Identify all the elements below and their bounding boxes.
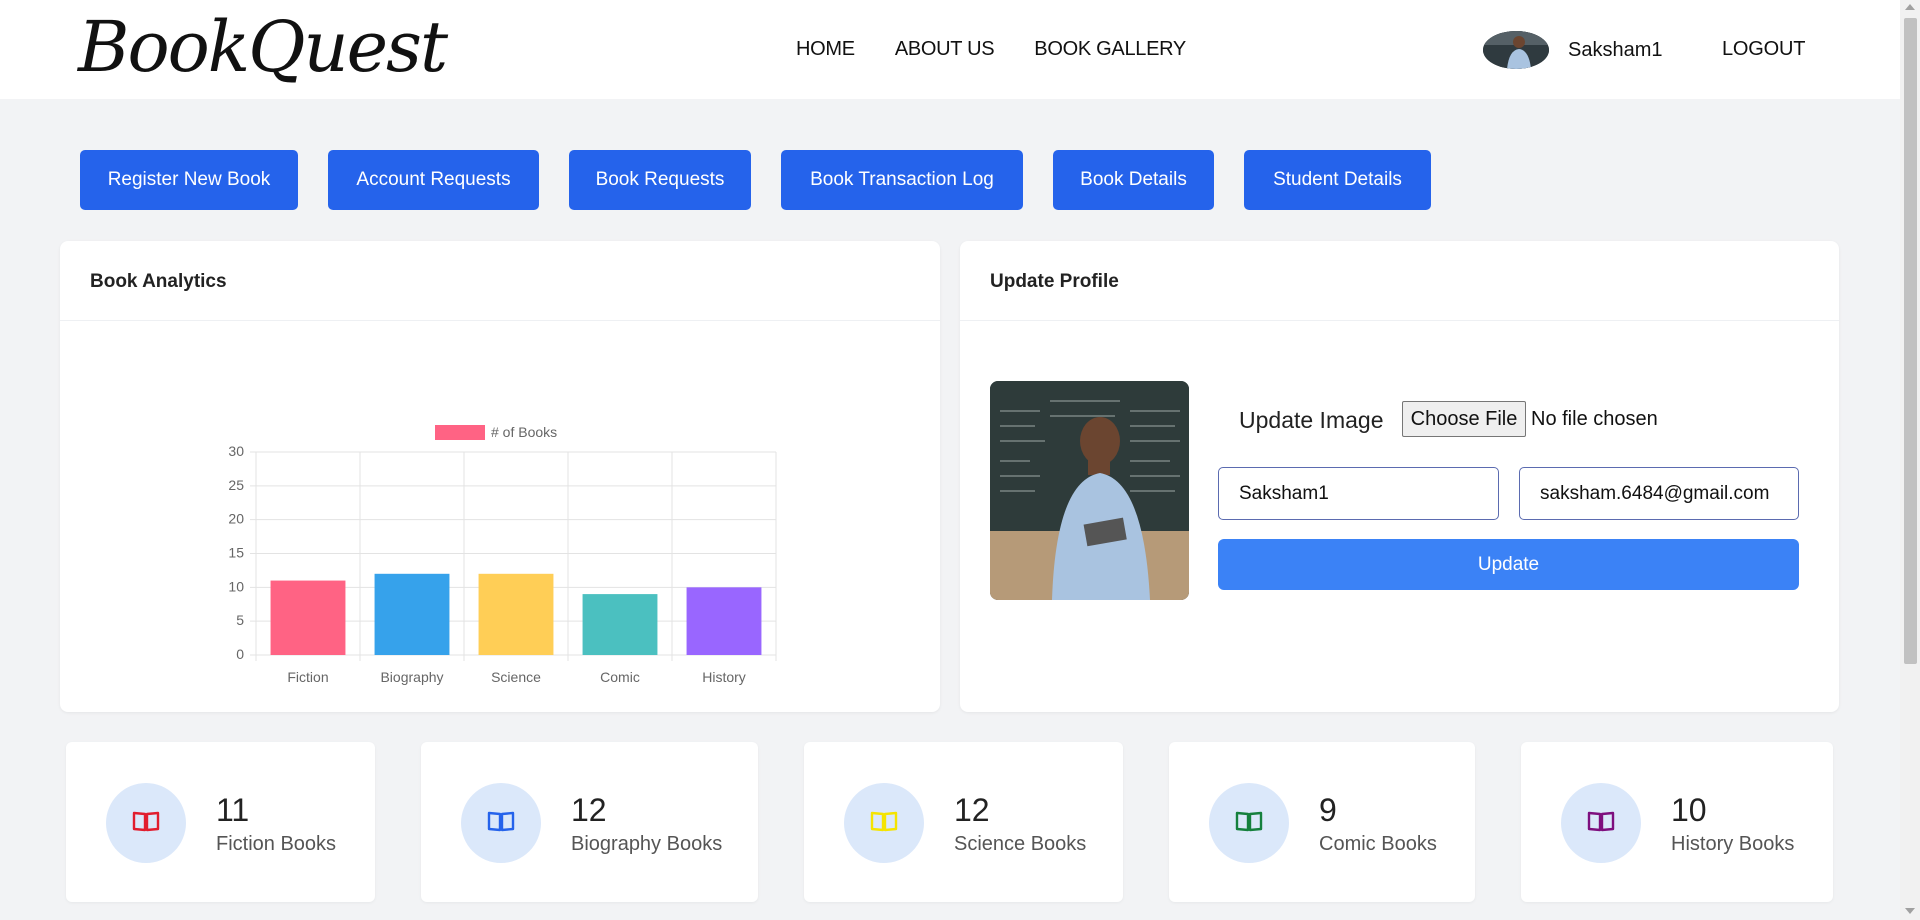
stat-card-biography: 12 Biography Books [421, 742, 758, 902]
y-tick-label: 30 [228, 443, 244, 459]
stat-card-science: 12 Science Books [804, 742, 1123, 902]
stat-card-fiction: 11 Fiction Books [66, 742, 375, 902]
stat-label: Fiction Books [216, 833, 337, 855]
book-analytics-chart: 0 5 10 15 20 25 30 Fiction Biography Science Comic… [200, 415, 800, 695]
stat-label: Biography Books [571, 833, 723, 855]
bar-history [686, 587, 762, 655]
book-icon [1587, 809, 1615, 838]
nav-links: HOME ABOUT US BOOK GALLERY [796, 38, 1186, 61]
stat-count: 10 [1671, 792, 1707, 828]
name-field[interactable] [1218, 467, 1499, 520]
page-scrollbar[interactable] [1900, 0, 1920, 920]
book-icon [132, 809, 160, 838]
stat-card-history: 10 History Books [1521, 742, 1833, 902]
register-new-book-button[interactable]: Register New Book [80, 150, 298, 210]
nav-about-link[interactable]: ABOUT US [895, 38, 995, 61]
x-tick-label: Science [491, 669, 541, 685]
bar-chart-svg: 0 5 10 15 20 25 30 Fiction Biography Science Comic… [228, 424, 777, 685]
bar-comic [582, 594, 658, 655]
book-details-button[interactable]: Book Details [1053, 150, 1214, 210]
bar-fiction [270, 580, 346, 655]
book-icon [1235, 809, 1263, 838]
book-requests-button[interactable]: Book Requests [569, 150, 751, 210]
update-button[interactable]: Update [1218, 539, 1799, 590]
stat-icon-circle [1209, 783, 1289, 863]
book-icon [870, 809, 898, 838]
email-field[interactable] [1519, 467, 1799, 520]
nav-home-link[interactable]: HOME [796, 38, 855, 61]
profile-photo [990, 381, 1189, 600]
book-analytics-title: Book Analytics [60, 241, 940, 321]
y-tick-label: 10 [228, 578, 244, 594]
stat-icon-circle [844, 783, 924, 863]
stat-count: 11 [216, 792, 250, 828]
stat-count: 12 [954, 792, 990, 828]
stat-label: Science Books [954, 833, 1087, 855]
stat-count: 12 [571, 792, 607, 828]
y-tick-label: 5 [236, 612, 244, 628]
nav-gallery-link[interactable]: BOOK GALLERY [1034, 38, 1186, 61]
scroll-thumb[interactable] [1904, 18, 1917, 664]
x-tick-label: History [702, 669, 746, 685]
x-tick-label: Comic [600, 669, 640, 685]
y-tick-label: 0 [236, 646, 244, 662]
update-profile-title: Update Profile [960, 241, 1839, 321]
brand-logo[interactable]: BookQuest [78, 6, 448, 88]
stat-label: Comic Books [1319, 833, 1437, 855]
stat-card-comic: 9 Comic Books [1169, 742, 1475, 902]
navbar: BookQuest HOME ABOUT US BOOK GALLERY Sak… [0, 0, 1900, 99]
scroll-down-arrow-icon[interactable] [1905, 908, 1915, 914]
x-tick-label: Fiction [287, 669, 328, 685]
logout-link[interactable]: LOGOUT [1722, 38, 1805, 61]
stat-label: History Books [1671, 833, 1795, 855]
stat-icon-circle [106, 783, 186, 863]
student-details-button[interactable]: Student Details [1244, 150, 1431, 210]
legend-swatch [435, 425, 485, 440]
username-label: Saksham1 [1568, 39, 1663, 61]
book-icon [487, 809, 515, 838]
y-tick-label: 25 [228, 477, 244, 493]
scroll-up-arrow-icon[interactable] [1905, 4, 1915, 10]
account-requests-button[interactable]: Account Requests [328, 150, 539, 210]
legend-label: # of Books [491, 424, 557, 440]
stat-icon-circle [461, 783, 541, 863]
stat-count: 9 [1319, 792, 1337, 828]
book-transaction-log-button[interactable]: Book Transaction Log [781, 150, 1023, 210]
bar-science [478, 573, 554, 655]
y-tick-label: 20 [228, 511, 244, 527]
update-image-label: Update Image [1239, 407, 1384, 433]
stat-icon-circle [1561, 783, 1641, 863]
choose-file-button[interactable]: Choose File [1402, 401, 1526, 437]
bar-biography [374, 573, 450, 655]
user-avatar[interactable] [1483, 31, 1549, 69]
no-file-chosen-text: No file chosen [1531, 408, 1658, 430]
x-tick-label: Biography [380, 669, 443, 685]
y-tick-label: 15 [228, 545, 244, 561]
